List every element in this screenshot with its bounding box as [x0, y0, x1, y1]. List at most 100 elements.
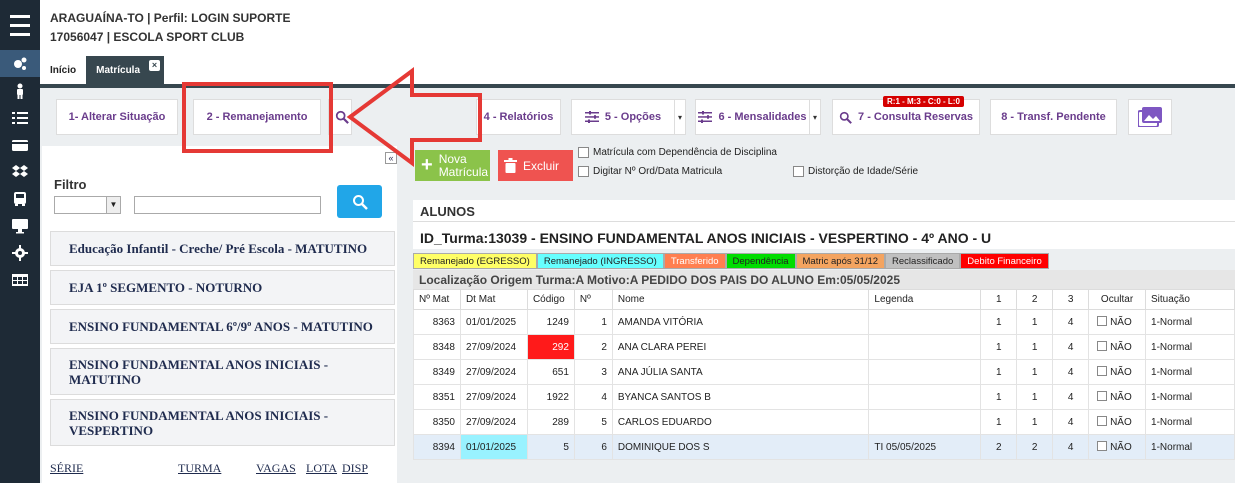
nova-matricula-label: Nova Matrícula [438, 151, 489, 179]
mensalidades-button[interactable]: 6 - Mensalidades ▾ [695, 99, 821, 135]
ocultar-checkbox[interactable] [1097, 391, 1108, 401]
legend-item: Remanejado (EGRESSO) [413, 253, 537, 269]
table-cell: 1 [980, 334, 1018, 360]
col-header[interactable]: Código [526, 289, 575, 310]
table-cell: 1-Normal [1145, 384, 1235, 410]
table-cell [868, 309, 982, 335]
opcoes-button[interactable]: 5 - Opções ▾ [571, 99, 686, 135]
search-icon [839, 111, 852, 124]
col-lota[interactable]: LOTA [306, 461, 342, 476]
digitar-checkbox[interactable]: Digitar Nº Ord/Data Matricula [578, 166, 722, 177]
menu-icon[interactable] [0, 0, 40, 50]
turno-item[interactable]: ENSINO FUNDAMENTAL 6º/9º ANOS - MATUTINO [50, 309, 395, 344]
table-cell: 1-Normal [1145, 409, 1235, 435]
dropbox-icon[interactable] [0, 158, 40, 185]
table-row[interactable]: 8394 01/01/2025 5 6 DOMINIQUE DOS S TI 05/05/… [413, 434, 1235, 460]
image-gallery-button[interactable] [1128, 99, 1172, 135]
col-header[interactable]: Ocultar [1088, 289, 1147, 310]
table-cell: 1-Normal [1145, 434, 1235, 460]
table-row[interactable]: 8351 27/09/2024 1922 4 BYANCA SANTOS B 1 1 4 NÃO… [413, 384, 1235, 410]
filtro-input[interactable] [134, 196, 321, 214]
turno-item[interactable]: ENSINO FUNDAMENTAL ANOS INICIAIS - MATUT… [50, 348, 395, 395]
excluir-button[interactable]: Excluir [498, 150, 573, 181]
alterar-situacao-button[interactable]: 1- Alterar Situação [56, 99, 178, 135]
user-icon[interactable] [0, 77, 40, 104]
gear-icon[interactable] [0, 239, 40, 266]
table-cell: 1 [1016, 409, 1054, 435]
col-header[interactable]: 2 [1016, 289, 1054, 310]
col-header[interactable]: Dt Mat [459, 289, 528, 310]
table-cell: 1-Normal [1145, 309, 1235, 335]
table-cell: 2 [1016, 434, 1054, 460]
turno-item[interactable]: ENSINO FUNDAMENTAL ANOS INICIAIS - VESPE… [50, 399, 395, 446]
checkbox-box[interactable] [793, 166, 804, 177]
transf-pendente-button[interactable]: 8 - Transf. Pendente [990, 99, 1117, 135]
ocultar-checkbox[interactable] [1097, 316, 1108, 326]
monitor-icon[interactable] [0, 212, 40, 239]
table-cell: 8394 [413, 434, 461, 460]
remanejamento-button[interactable]: 2 - Remanejamento [193, 99, 321, 135]
relatorios-button[interactable]: 4 - Relatórios [476, 99, 561, 135]
table-cell [868, 359, 982, 385]
mensalidades-label: 6 - Mensalidades [718, 111, 807, 123]
table-icon[interactable] [0, 266, 40, 293]
mensalidades-dropdown-caret[interactable]: ▾ [809, 99, 821, 135]
col-header[interactable]: Nome [611, 289, 870, 310]
checkbox-box[interactable] [578, 166, 589, 177]
close-icon[interactable]: × [149, 60, 161, 71]
table-cell: 651 [526, 359, 575, 385]
trash-icon [504, 158, 517, 173]
nova-matricula-button[interactable]: + Nova Matrícula [415, 150, 490, 181]
ocultar-checkbox[interactable] [1097, 416, 1108, 426]
table-cell: 4 [1052, 359, 1090, 385]
turno-item[interactable]: EJA 1º SEGMENTO - NOTURNO [50, 270, 395, 305]
tab-matricula[interactable]: Matrícula × [86, 56, 165, 84]
col-turma[interactable]: TURMA [178, 461, 256, 476]
turno-list: Educação Infantil - Creche/ Pré Escola -… [50, 231, 395, 450]
col-header[interactable]: Legenda [868, 289, 982, 310]
col-header[interactable]: 1 [980, 289, 1018, 310]
excluir-label: Excluir [523, 158, 560, 173]
collapse-panel-icon[interactable]: « [385, 152, 397, 164]
sliders-icon [584, 111, 599, 123]
ocultar-label: NÃO [1110, 392, 1132, 403]
card-icon[interactable] [0, 131, 40, 158]
consulta-reservas-button[interactable]: R:1 - M:3 - C:0 - L:0 7 - Consulta Reser… [832, 96, 980, 135]
settings-cog-icon[interactable] [0, 50, 40, 77]
table-row[interactable]: 8350 27/09/2024 289 5 CARLOS EDUARDO 1 1 4 NÃO 1-… [413, 409, 1235, 435]
checkbox-box[interactable] [578, 147, 589, 158]
table-row[interactable]: 8349 27/09/2024 651 3 ANA JÚLIA SANTA 1 1 4 NÃO 1… [413, 359, 1235, 385]
turno-item[interactable]: Educação Infantil - Creche/ Pré Escola -… [50, 231, 395, 266]
col-header[interactable]: Situação [1145, 289, 1235, 310]
ocultar-checkbox[interactable] [1097, 441, 1108, 451]
search-icon[interactable] [328, 99, 352, 135]
tab-inicio[interactable]: Início [40, 56, 86, 84]
list-icon[interactable] [0, 104, 40, 131]
turma-title: ID_Turma:13039 - ENSINO FUNDAMENTAL ANOS… [413, 222, 1235, 249]
search-icon [352, 194, 368, 210]
col-disp[interactable]: DISP [342, 461, 372, 476]
table-cell: TI 05/05/2025 [868, 434, 982, 460]
ocultar-checkbox[interactable] [1097, 341, 1108, 351]
table-cell: 1 [1016, 384, 1054, 410]
table-cell: CARLOS EDUARDO [611, 409, 870, 435]
legend-item: Remanejado (INGRESSO) [536, 253, 664, 269]
col-serie[interactable]: SÉRIE [50, 461, 178, 476]
table-cell: 4 [1052, 409, 1090, 435]
table-cell: 292 [526, 334, 575, 360]
distorcao-checkbox[interactable]: Distorção de Idade/Série [793, 166, 918, 177]
bus-icon[interactable] [0, 185, 40, 212]
table-row[interactable]: 8348 27/09/2024 292 2 ANA CLARA PEREI 1 1 4 NÃO 1… [413, 334, 1235, 360]
ocultar-checkbox[interactable] [1097, 366, 1108, 376]
col-header[interactable]: 3 [1052, 289, 1090, 310]
col-header[interactable]: Nº [573, 289, 613, 310]
relatorios-label: 4 - Relatórios [483, 111, 554, 123]
table-cell: 1-Normal [1145, 359, 1235, 385]
col-header[interactable]: Nº Mat [413, 289, 461, 310]
filtro-search-button[interactable] [337, 185, 382, 218]
table-row[interactable]: 8363 01/01/2025 1249 1 AMANDA VITÓRIA 1 1 4 NÃO 1… [413, 309, 1235, 335]
opcoes-dropdown-caret[interactable]: ▾ [674, 99, 686, 135]
col-vagas[interactable]: VAGAS [256, 461, 306, 476]
filtro-select[interactable]: ▼ [54, 196, 121, 214]
dependencia-checkbox[interactable]: Matrícula com Dependência de Disciplina [578, 147, 777, 158]
